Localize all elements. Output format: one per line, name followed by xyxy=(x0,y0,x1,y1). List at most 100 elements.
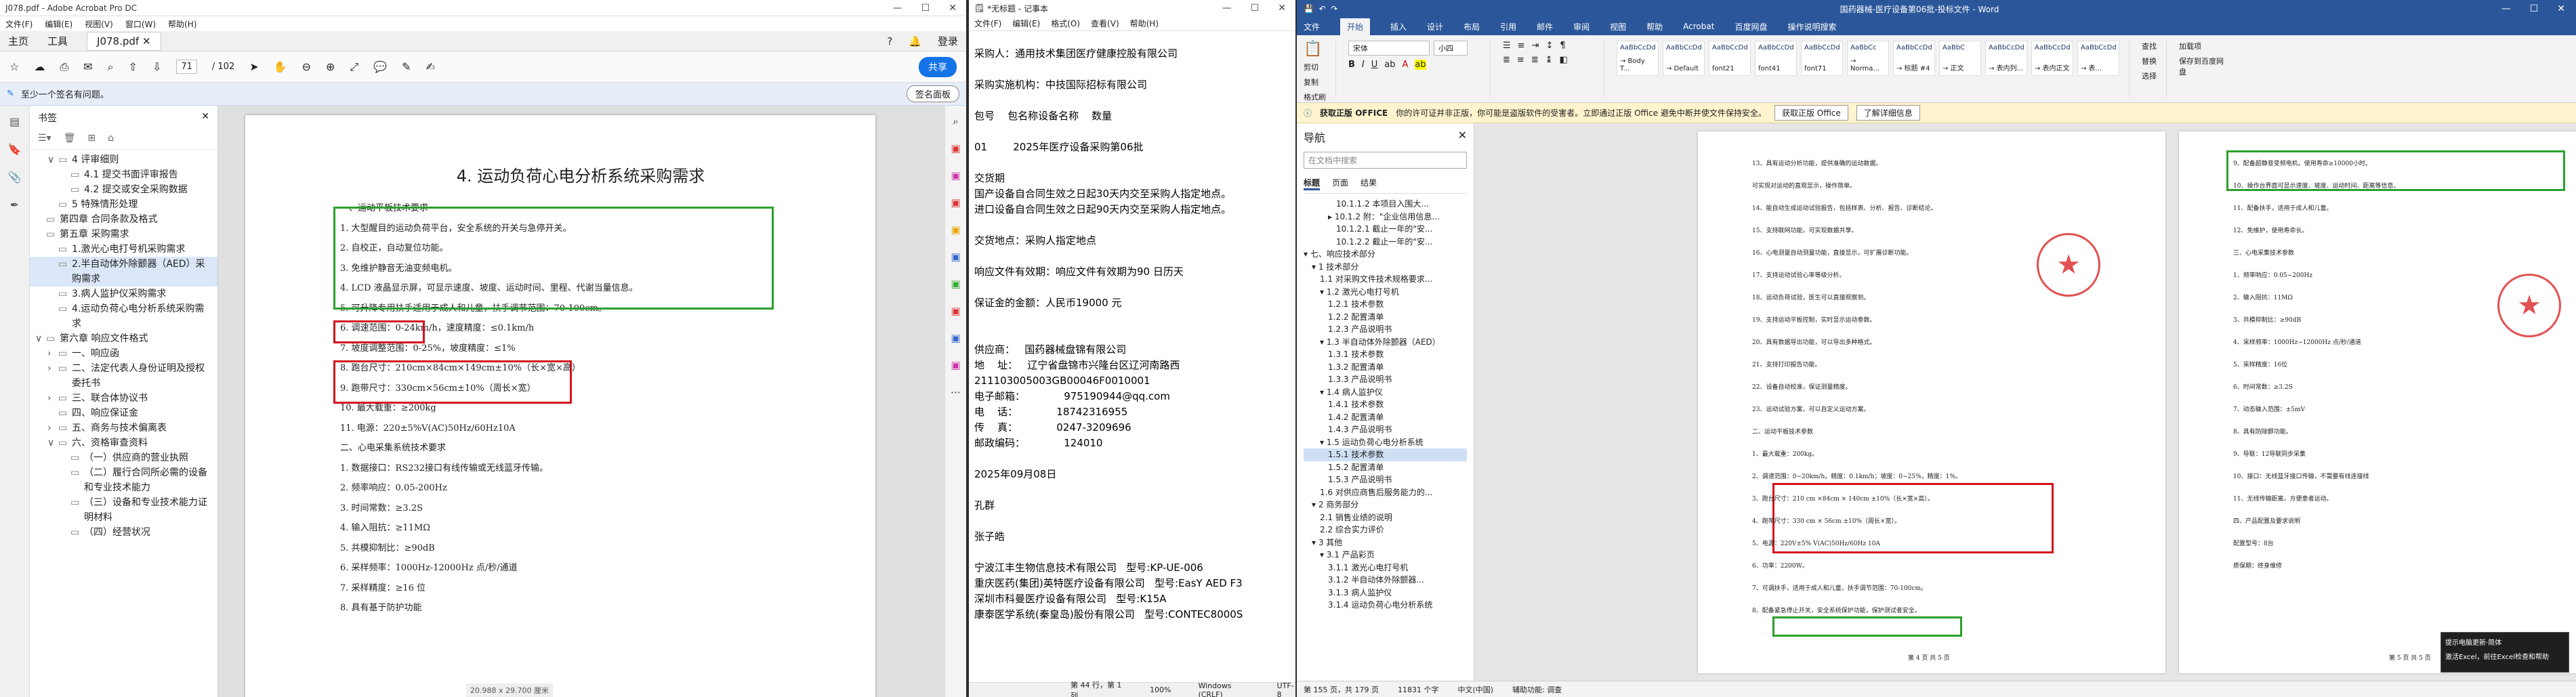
ribbon-tab[interactable]: 百度网盘 xyxy=(1734,21,1767,33)
signature-icon[interactable]: ✒ xyxy=(10,198,19,211)
nav-heading-item[interactable]: 1.5.2 配置清单 xyxy=(1304,461,1467,474)
page-up-icon[interactable]: ⇧ xyxy=(129,60,138,73)
style-item[interactable]: AaBbCcDd → 表内列... xyxy=(1985,41,2027,76)
bookmark-item[interactable]: ▭ 第五章 采购需求 xyxy=(30,227,217,242)
pen-icon[interactable]: ✎ xyxy=(402,60,411,73)
redact-icon[interactable]: ▣ xyxy=(951,305,960,317)
ribbon-tab[interactable]: 帮助 xyxy=(1646,21,1663,33)
menu-file[interactable]: 文件(F) xyxy=(5,18,33,30)
font-size-select[interactable]: 小四 xyxy=(1434,41,1468,56)
bookmark-item[interactable]: ▭ 5 特殊情形处理 xyxy=(30,197,217,212)
baidu-save-button[interactable]: 保存到百度网盘 xyxy=(2179,56,2224,77)
menu-edit[interactable]: 编辑(E) xyxy=(45,18,72,30)
edit-pdf-icon[interactable]: ▣ xyxy=(951,169,960,182)
nav-heading-item[interactable]: 1.4.3 产品说明书 xyxy=(1304,423,1467,436)
bookmark-item[interactable]: ▭ 4.1 提交书面评审报告 xyxy=(30,167,217,182)
create-pdf-icon[interactable]: ▣ xyxy=(951,196,960,209)
nav-heading-item[interactable]: ▾ 3 其他 xyxy=(1304,536,1467,549)
menu-window[interactable]: 窗口(W) xyxy=(125,18,156,30)
underline-icon[interactable]: U xyxy=(1371,60,1378,70)
menu-edit[interactable]: 编辑(E) xyxy=(1012,18,1040,29)
nav-heading-item[interactable]: 1.2.3 产品说明书 xyxy=(1304,323,1467,336)
menu-help[interactable]: 帮助(H) xyxy=(168,18,196,30)
star-icon[interactable]: ☆ xyxy=(9,60,19,73)
nav-search-input[interactable]: 在文档中搜索 xyxy=(1304,152,1467,169)
new-bookmark-icon[interactable]: ⊞ xyxy=(87,133,96,144)
bookmark-item[interactable]: › ▭ 三、联合体协议书 xyxy=(30,391,217,406)
comment-tool-icon[interactable]: ▣ xyxy=(951,224,960,236)
ribbon-tab[interactable]: 操作说明搜索 xyxy=(1787,21,1836,33)
save-icon[interactable]: 💾 xyxy=(1304,4,1314,14)
tab-home[interactable]: 主页 xyxy=(8,34,28,48)
copy-button[interactable]: 复制 xyxy=(1304,77,1326,87)
nav-heading-item[interactable]: 3.1.1 激光心电打号机 xyxy=(1304,562,1467,574)
line-spacing-icon[interactable]: ↨ xyxy=(1545,55,1553,65)
nav-heading-item[interactable]: 2.1 销售业绩的说明 xyxy=(1304,511,1467,524)
bookmark-item[interactable]: › ▭ 一、响应函 xyxy=(30,346,217,361)
nav-heading-item[interactable]: ▾ 1 技术部分 xyxy=(1304,261,1467,274)
bookmark-item[interactable]: ▭ 2.半自动体外除颤器（AED）采购需求 xyxy=(30,257,217,287)
nav-heading-item[interactable]: ▾ 1.4 病人监护仪 xyxy=(1304,386,1467,399)
style-item[interactable]: AaBbC → 正文 xyxy=(1939,41,1981,76)
expand-icon[interactable]: › xyxy=(47,346,56,361)
document-view[interactable]: 4. 运动负荷心电分析系统采购需求 一、运动平板技术要求 1. 大型醒目的运动负荷… xyxy=(218,106,944,697)
fill-sign-icon[interactable]: ▣ xyxy=(951,359,960,371)
bookmark-icon[interactable]: 🔖 xyxy=(8,143,22,156)
expand-icon[interactable]: › xyxy=(47,421,56,436)
nav-heading-item[interactable]: ▾ 3.1 产品彩页 xyxy=(1304,549,1467,562)
bookmark-item[interactable]: ∨ ▭ 六、资格审查资料 xyxy=(30,436,217,450)
shading-icon[interactable]: ◧ xyxy=(1560,55,1568,65)
highlight-icon[interactable]: ab xyxy=(1415,60,1426,70)
ribbon-tab[interactable]: 插入 xyxy=(1390,21,1407,33)
nav-heading-item[interactable]: 1.5.3 产品说明书 xyxy=(1304,473,1467,486)
expand-icon[interactable]: › xyxy=(47,391,56,406)
page-down-icon[interactable]: ⇩ xyxy=(152,60,161,73)
get-genuine-button[interactable]: 获取正版 Office xyxy=(1774,105,1848,121)
menu-file[interactable]: 文件(F) xyxy=(974,18,1001,29)
mail-icon[interactable]: ✉ xyxy=(83,60,92,73)
paste-icon[interactable]: 📋 xyxy=(1304,41,1326,58)
close-icon[interactable]: ✕ xyxy=(2557,3,2565,14)
attachment-icon[interactable]: 📎 xyxy=(8,171,22,184)
style-item[interactable]: AaBbCcDd font71 xyxy=(1801,41,1843,76)
align-left-icon[interactable]: ≣ xyxy=(1503,55,1510,65)
style-item[interactable]: AaBbCc → Norma... xyxy=(1847,41,1889,76)
menu-view[interactable]: 查看(V) xyxy=(1091,18,1119,29)
zoom-out-icon[interactable]: ⊖ xyxy=(302,60,311,73)
ribbon-tab[interactable]: 引用 xyxy=(1500,21,1516,33)
menu-format[interactable]: 格式(O) xyxy=(1051,18,1080,29)
close-icon[interactable]: ✕ xyxy=(949,3,957,14)
font-color-icon[interactable]: A xyxy=(1403,60,1409,70)
menu-view[interactable]: 视图(V) xyxy=(85,18,113,30)
nav-tab-headings[interactable]: 标题 xyxy=(1304,177,1321,190)
style-item[interactable]: AaBbCcDd → 表... xyxy=(2077,41,2119,76)
minimize-icon[interactable]: — xyxy=(893,3,902,14)
nav-heading-item[interactable]: 1.4.2 配置清单 xyxy=(1304,411,1467,424)
signin-button[interactable]: 登录 xyxy=(938,34,958,48)
bullets-icon[interactable]: ☰ xyxy=(1503,41,1511,51)
ribbon-tab[interactable]: Acrobat xyxy=(1683,22,1714,31)
nav-heading-item[interactable]: 1.3.3 产品说明书 xyxy=(1304,373,1467,386)
nav-heading-item[interactable]: ▸ 10.1.2 附："企业信用信息... xyxy=(1304,211,1467,224)
bookmark-item[interactable]: ▭ 1.激光心电打号机采购需求 xyxy=(30,242,217,257)
pages-icon[interactable]: ▤ xyxy=(9,115,20,128)
tab-tools[interactable]: 工具 xyxy=(47,34,68,48)
bookmark-item[interactable]: ▭ 3.病人监护仪采购需求 xyxy=(30,287,217,301)
cursor-icon[interactable]: ➤ xyxy=(249,60,258,73)
style-item[interactable]: AaBbCcDd → 标题 #4 xyxy=(1893,41,1935,76)
nav-tab-pages[interactable]: 页面 xyxy=(1332,177,1348,190)
nav-heading-item[interactable]: 1.1 对采购文件技术规格要求... xyxy=(1304,273,1467,286)
italic-icon[interactable]: I xyxy=(1362,60,1365,70)
expand-icon[interactable]: ∨ xyxy=(35,331,43,346)
nav-heading-item[interactable]: 10.1.2.1 截止一年的"安... xyxy=(1304,223,1467,236)
ribbon-tab[interactable]: 视图 xyxy=(1610,21,1626,33)
tab-document[interactable]: J078.pdf ✕ xyxy=(87,31,161,51)
minimize-icon[interactable]: — xyxy=(1222,3,1232,14)
menu-help[interactable]: 帮助(H) xyxy=(1130,18,1159,29)
nav-heading-item[interactable]: 1.6 对供应商售后服务能力的... xyxy=(1304,486,1467,499)
export-pdf-icon[interactable]: ▣ xyxy=(951,142,960,154)
share-button[interactable]: 共享 xyxy=(919,56,957,77)
style-item[interactable]: AaBbCcDd → Body T... xyxy=(1617,41,1659,76)
bookmark-item[interactable]: ▭ 四、响应保证金 xyxy=(30,406,217,421)
find-button[interactable]: 查找 xyxy=(2142,41,2157,51)
